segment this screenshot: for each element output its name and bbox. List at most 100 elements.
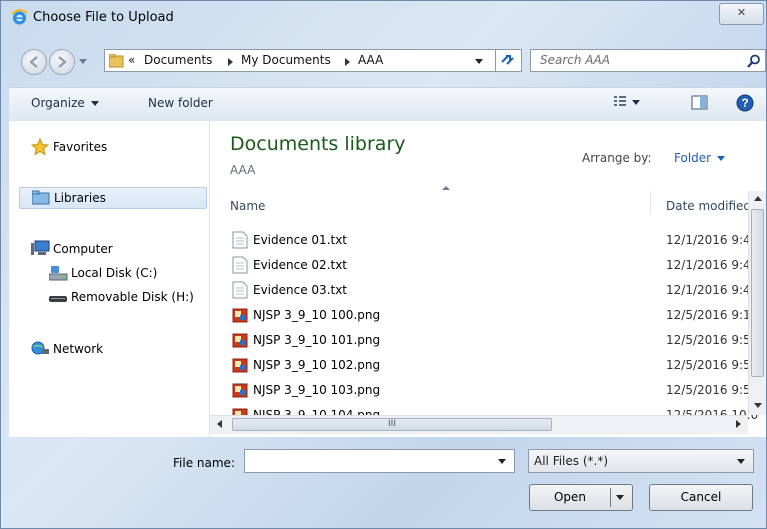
refresh-icon xyxy=(501,55,514,65)
sidebar-item-removable-disk[interactable]: Removable Disk (H:) xyxy=(49,287,207,309)
help-icon: ? xyxy=(736,94,754,112)
sidebar-item-label: Removable Disk (H:) xyxy=(71,290,194,304)
file-name-label: File name: xyxy=(173,456,235,470)
removable-disk-icon xyxy=(49,296,67,302)
change-view-button[interactable] xyxy=(614,95,642,112)
file-type-filter-value: All Files (*.*) xyxy=(534,454,609,468)
sidebar-item-local-disk[interactable]: Local Disk (C:) xyxy=(49,263,204,285)
breadcrumb-documents[interactable]: Documents xyxy=(144,53,212,67)
file-name: NJSP 3_9_10 100.png xyxy=(253,308,381,322)
close-icon: ✕ xyxy=(736,6,747,19)
address-bar[interactable]: « Documents My Documents AAA xyxy=(104,49,496,72)
arrange-by-dropdown[interactable]: Folder xyxy=(674,151,726,165)
organize-label: Organize xyxy=(31,96,85,110)
computer-icon xyxy=(31,240,50,255)
organize-button[interactable]: Organize xyxy=(31,96,99,110)
scroll-right-icon[interactable] xyxy=(736,420,741,428)
image-file-icon xyxy=(232,333,248,348)
file-date-modified: 12/1/2016 9:43 xyxy=(666,233,759,247)
file-name-history-dropdown-icon[interactable] xyxy=(498,459,506,464)
arrange-by-label: Arrange by: xyxy=(582,151,652,165)
vertical-scroll-thumb[interactable] xyxy=(751,209,764,377)
text-file-icon xyxy=(232,256,248,274)
sidebar-item-computer[interactable]: Computer xyxy=(31,239,201,261)
split-divider xyxy=(610,488,611,507)
open-button[interactable]: Open xyxy=(529,484,633,511)
view-options-icon xyxy=(614,96,640,106)
column-header-name[interactable]: Name xyxy=(230,199,265,223)
breadcrumb-separator-icon[interactable] xyxy=(345,58,350,66)
library-title: Documents library xyxy=(230,133,406,155)
file-type-filter[interactable]: All Files (*.*) xyxy=(528,449,754,473)
breadcrumb-separator-icon[interactable] xyxy=(228,58,233,66)
column-divider[interactable] xyxy=(650,191,651,215)
chevron-down-icon xyxy=(90,101,99,106)
back-button[interactable] xyxy=(21,49,47,75)
text-file-icon xyxy=(232,231,248,249)
search-icon[interactable] xyxy=(747,54,761,68)
file-date-modified: 12/1/2016 9:43 xyxy=(666,258,759,272)
navigation-pane: Favorites Libraries Computer Local Disk … xyxy=(9,121,210,437)
file-date-modified: 12/5/2016 9:54 xyxy=(666,333,759,347)
table-row[interactable]: Evidence 03.txt 12/1/2016 9:44 xyxy=(210,278,758,302)
recent-pages-dropdown-icon[interactable] xyxy=(79,59,87,64)
open-options-dropdown-icon[interactable] xyxy=(616,495,624,500)
table-row[interactable]: NJSP 3_9_10 101.png 12/5/2016 9:54 xyxy=(210,328,758,352)
file-upload-dialog: Choose File to Upload ✕ « Documents My D… xyxy=(0,0,767,529)
image-file-icon xyxy=(232,358,248,373)
sidebar-item-label: Network xyxy=(53,342,104,356)
chevron-down-icon xyxy=(717,156,726,161)
sidebar-item-label: Libraries xyxy=(54,191,106,205)
column-header-date-modified[interactable]: Date modified xyxy=(666,199,751,223)
sidebar-item-network[interactable]: Network xyxy=(31,339,201,361)
scroll-left-icon[interactable] xyxy=(217,420,222,428)
file-date-modified: 12/5/2016 9:55 xyxy=(666,358,759,372)
table-row[interactable]: NJSP 3_9_10 102.png 12/5/2016 9:55 xyxy=(210,353,758,377)
table-row[interactable]: Evidence 01.txt 12/1/2016 9:43 xyxy=(210,228,758,252)
search-placeholder: Search AAA xyxy=(540,53,610,67)
svg-text:?: ? xyxy=(741,96,748,110)
sidebar-item-label: Local Disk (C:) xyxy=(71,266,158,280)
breadcrumb-aaa[interactable]: AAA xyxy=(358,53,383,67)
arrange-by-value: Folder xyxy=(674,151,712,165)
new-folder-button[interactable]: New folder xyxy=(148,96,213,110)
image-file-icon xyxy=(232,383,248,398)
file-date-modified: 12/5/2016 9:18 xyxy=(666,308,759,322)
table-row[interactable]: Evidence 02.txt 12/1/2016 9:43 xyxy=(210,253,758,277)
vertical-scrollbar[interactable] xyxy=(748,191,766,415)
table-row[interactable]: NJSP 3_9_10 100.png 12/5/2016 9:18 xyxy=(210,303,758,327)
breadcrumb-overflow[interactable]: « xyxy=(128,53,135,67)
scroll-up-icon[interactable] xyxy=(754,196,762,201)
command-toolbar: Organize New folder ? xyxy=(9,87,766,122)
file-name: Evidence 01.txt xyxy=(253,233,348,247)
network-icon xyxy=(31,341,49,355)
forward-button[interactable] xyxy=(49,49,75,75)
close-button[interactable]: ✕ xyxy=(719,3,764,25)
file-name-field[interactable] xyxy=(244,449,515,473)
refresh-button[interactable] xyxy=(496,49,522,72)
window-title: Choose File to Upload xyxy=(33,10,174,25)
sidebar-item-label: Computer xyxy=(53,242,113,256)
cancel-button[interactable]: Cancel xyxy=(649,484,753,511)
file-name: NJSP 3_9_10 103.png xyxy=(253,383,381,397)
file-date-modified: 12/5/2016 9:55 xyxy=(666,383,759,397)
sidebar-item-libraries[interactable]: Libraries xyxy=(19,187,207,209)
sidebar-item-label: Favorites xyxy=(53,140,108,154)
back-arrow-icon xyxy=(29,56,38,68)
open-button-label: Open xyxy=(553,490,587,504)
forward-arrow-icon xyxy=(58,56,67,68)
internet-explorer-icon xyxy=(11,9,28,25)
preview-pane-button[interactable] xyxy=(691,95,709,114)
scroll-down-icon[interactable] xyxy=(754,403,762,408)
table-row[interactable]: NJSP 3_9_10 103.png 12/5/2016 9:55 xyxy=(210,378,758,402)
sidebar-item-favorites[interactable]: Favorites xyxy=(31,137,201,159)
horizontal-scrollbar[interactable]: III xyxy=(210,415,748,434)
search-input[interactable]: Search AAA xyxy=(530,49,766,72)
breadcrumb-my-documents[interactable]: My Documents xyxy=(241,53,331,67)
image-file-icon xyxy=(232,308,248,323)
history-buttons xyxy=(21,49,101,75)
file-list-pane: Documents library AAA Arrange by: Folder… xyxy=(210,121,766,437)
address-history-dropdown-icon[interactable] xyxy=(475,59,483,64)
help-button[interactable]: ? xyxy=(736,94,754,115)
horizontal-scroll-thumb[interactable]: III xyxy=(232,418,552,431)
